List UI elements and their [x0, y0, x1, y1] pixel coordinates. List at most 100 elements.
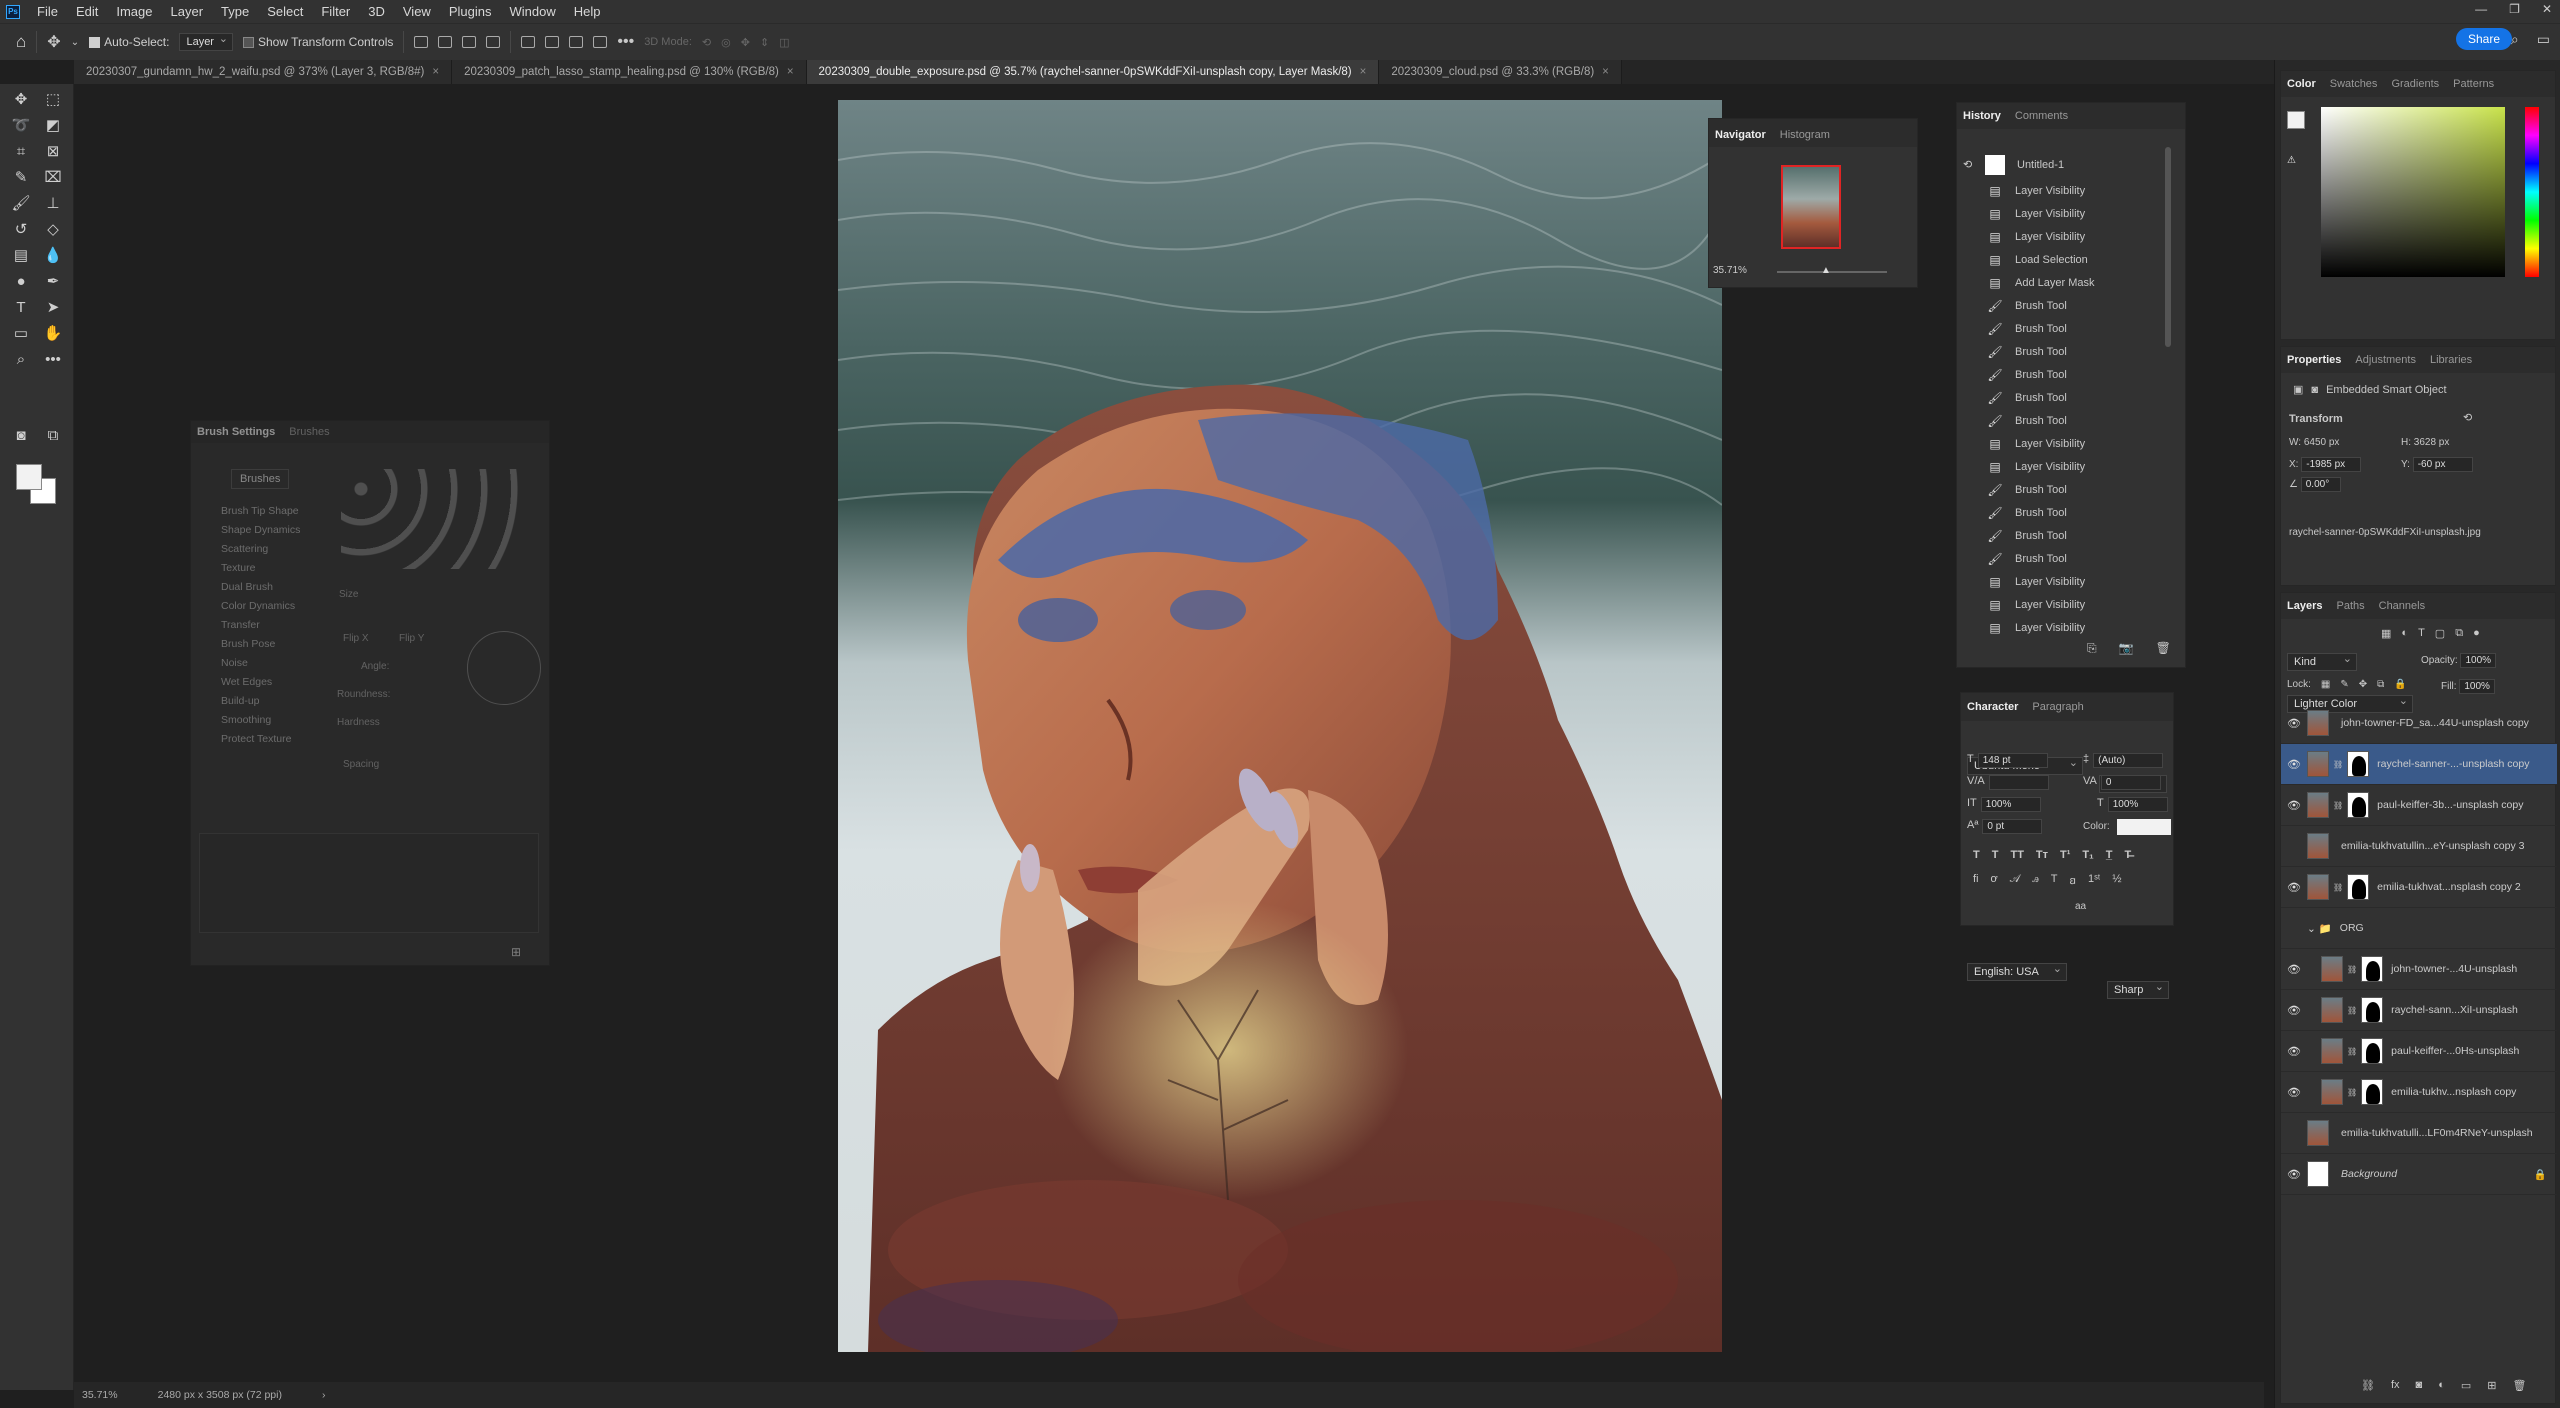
- link-icon[interactable]: ⛓: [2333, 883, 2343, 892]
- layer-row[interactable]: 👁 ⛓ raychel-sann...XiI-unsplash: [2281, 990, 2557, 1031]
- tab-patterns[interactable]: Patterns: [2453, 78, 2494, 90]
- filter-kind-dropdown[interactable]: Kind: [2287, 652, 2357, 671]
- object-selection-icon[interactable]: ◩: [42, 116, 64, 136]
- adjustment-filter-icon[interactable]: ◐: [2401, 627, 2408, 640]
- maximize-icon[interactable]: ❐: [2509, 2, 2520, 16]
- layer-mask-thumbnail[interactable]: [2361, 1038, 2384, 1064]
- history-item[interactable]: ▤ Layer Visibility: [1957, 593, 2167, 616]
- tab-navigator[interactable]: Navigator: [1715, 129, 1766, 141]
- layer-row[interactable]: 👁 john-towner-FD_sa...44U-unsplash copy: [2281, 703, 2557, 744]
- layer-mask-thumbnail[interactable]: [2361, 956, 2384, 982]
- link-icon[interactable]: ⛓: [2347, 1088, 2357, 1097]
- chevron-down-icon[interactable]: ⌄: [71, 37, 79, 48]
- path-selection-icon[interactable]: ➤: [42, 298, 64, 318]
- layer-row[interactable]: 👁 ⛓ emilia-tukhv...nsplash copy: [2281, 1072, 2557, 1113]
- foreground-color-swatch[interactable]: [2287, 111, 2305, 129]
- tab-histogram[interactable]: Histogram: [1780, 129, 1830, 141]
- fx-icon[interactable]: fx: [2391, 1379, 2400, 1392]
- visibility-icon[interactable]: 👁: [2287, 799, 2301, 812]
- tab-paths[interactable]: Paths: [2336, 600, 2364, 612]
- layer-mask-thumbnail[interactable]: [2361, 997, 2384, 1023]
- visibility-icon[interactable]: 👁: [2287, 758, 2301, 771]
- texture[interactable]: Texture: [221, 562, 255, 574]
- strikethrough-icon[interactable]: T̶: [2124, 849, 2131, 861]
- pen-tool-icon[interactable]: ✒: [42, 272, 64, 292]
- layer-row[interactable]: 👁 ⛓ paul-keiffer-3b...-unsplash copy: [2281, 785, 2557, 826]
- new-layer-icon[interactable]: ⊞: [2487, 1379, 2496, 1392]
- history-item[interactable]: ▤ Layer Visibility: [1957, 570, 2167, 593]
- camera-icon[interactable]: 📷: [2119, 641, 2134, 656]
- brush-angle-preview[interactable]: [467, 631, 541, 705]
- type-tool-icon[interactable]: T: [10, 298, 32, 318]
- swash-icon[interactable]: 𝒜: [2010, 873, 2020, 888]
- underline-icon[interactable]: T̲: [2106, 849, 2113, 861]
- tab-layers[interactable]: Layers: [2287, 600, 2322, 612]
- healing-brush-icon[interactable]: ⌧: [42, 168, 64, 188]
- layer-row[interactable]: 👁 ⛓ paul-keiffer-...0Hs-unsplash: [2281, 1031, 2557, 1072]
- marquee-tool-icon[interactable]: ⬚: [42, 90, 64, 110]
- layer-mask-thumbnail[interactable]: [2347, 792, 2370, 818]
- kerning-field[interactable]: [1988, 775, 2049, 790]
- tab-history[interactable]: History: [1963, 110, 2001, 122]
- tab-gundamn[interactable]: 20230307_gundamn_hw_2_waifu.psd @ 373% (…: [74, 60, 453, 84]
- vertical-scale-field[interactable]: 100%: [1980, 797, 2041, 812]
- layer-row[interactable]: 👁 ⛓ john-towner-...4U-unsplash: [2281, 949, 2557, 990]
- reset-transform-icon[interactable]: ⟲: [2463, 411, 2472, 424]
- opacity-field[interactable]: 100%: [2460, 653, 2497, 668]
- more-options-icon[interactable]: •••: [617, 33, 634, 51]
- build-up[interactable]: Build-up: [221, 695, 260, 707]
- small-caps-icon[interactable]: Tт: [2036, 849, 2048, 861]
- add-mask-icon[interactable]: ◙: [2416, 1379, 2423, 1392]
- all-caps-icon[interactable]: TT: [2010, 849, 2023, 861]
- foreground-color-swatch[interactable]: [16, 464, 42, 490]
- color-dynamics[interactable]: Color Dynamics: [221, 600, 295, 612]
- leading-field[interactable]: (Auto): [2093, 753, 2164, 768]
- clone-stamp-icon[interactable]: ⊥: [42, 194, 64, 214]
- distribute-icon[interactable]: [486, 36, 501, 48]
- history-item[interactable]: 🖌 Brush Tool: [1957, 294, 2167, 317]
- layer-row[interactable]: emilia-tukhvatulli...LF0m4RNeY-unsplash: [2281, 1113, 2557, 1154]
- new-document-from-state-icon[interactable]: ⎘: [2087, 641, 2097, 656]
- align-middle-icon[interactable]: [545, 36, 560, 48]
- navigator-preview[interactable]: [1781, 165, 1841, 249]
- y-field[interactable]: -60 px: [2412, 457, 2473, 472]
- menu-help[interactable]: Help: [565, 4, 610, 19]
- hue-slider[interactable]: [2525, 107, 2539, 277]
- rectangle-tool-icon[interactable]: ▭: [10, 324, 32, 344]
- layer-row[interactable]: 👁 ⛓ emilia-tukhvat...nsplash copy 2: [2281, 867, 2557, 908]
- dodge-tool-icon[interactable]: ●: [10, 272, 32, 292]
- zoom-slider[interactable]: [1777, 271, 1887, 273]
- image-filter-icon[interactable]: ▦: [2381, 627, 2391, 640]
- align-top-icon[interactable]: [521, 36, 536, 48]
- link-icon[interactable]: ⛓: [2333, 801, 2343, 810]
- chevron-right-icon[interactable]: ›: [322, 1389, 326, 1401]
- close-icon[interactable]: ×: [787, 66, 794, 78]
- wet-edges[interactable]: Wet Edges: [221, 676, 272, 688]
- menu-image[interactable]: Image: [107, 4, 161, 19]
- history-item[interactable]: ▤ Load Selection: [1957, 248, 2167, 271]
- language-dropdown[interactable]: English: USA: [1967, 962, 2067, 981]
- dual-brush[interactable]: Dual Brush: [221, 581, 273, 593]
- visibility-icon[interactable]: 👁: [2287, 1168, 2301, 1181]
- adjustment-layer-icon[interactable]: ◐: [2438, 1379, 2445, 1392]
- history-item[interactable]: 🖌 Brush Tool: [1957, 547, 2167, 570]
- lasso-tool-icon[interactable]: ➰: [10, 116, 32, 136]
- horizontal-scale-field[interactable]: 100%: [2107, 797, 2168, 812]
- menu-select[interactable]: Select: [258, 4, 312, 19]
- brush-pose[interactable]: Brush Pose: [221, 638, 275, 650]
- blur-tool-icon[interactable]: 💧: [42, 246, 64, 266]
- menu-layer[interactable]: Layer: [162, 4, 213, 19]
- history-item[interactable]: 🖌 Brush Tool: [1957, 524, 2167, 547]
- visibility-icon[interactable]: 👁: [2287, 1045, 2301, 1058]
- tab-libraries[interactable]: Libraries: [2430, 354, 2472, 366]
- search-icon[interactable]: ⌕: [2511, 31, 2519, 48]
- history-brush-icon[interactable]: ↺: [10, 220, 32, 240]
- fill-field[interactable]: 100%: [2459, 679, 2495, 694]
- history-item[interactable]: 🖌 Brush Tool: [1957, 478, 2167, 501]
- gradient-tool-icon[interactable]: ▤: [10, 246, 32, 266]
- history-item[interactable]: 🖌 Brush Tool: [1957, 409, 2167, 432]
- color-field[interactable]: [2321, 107, 2505, 277]
- zoom-tool-icon[interactable]: ⌕: [10, 350, 32, 370]
- quick-mask-icon[interactable]: ◙: [10, 426, 32, 446]
- distribute-vertical-icon[interactable]: [593, 36, 608, 48]
